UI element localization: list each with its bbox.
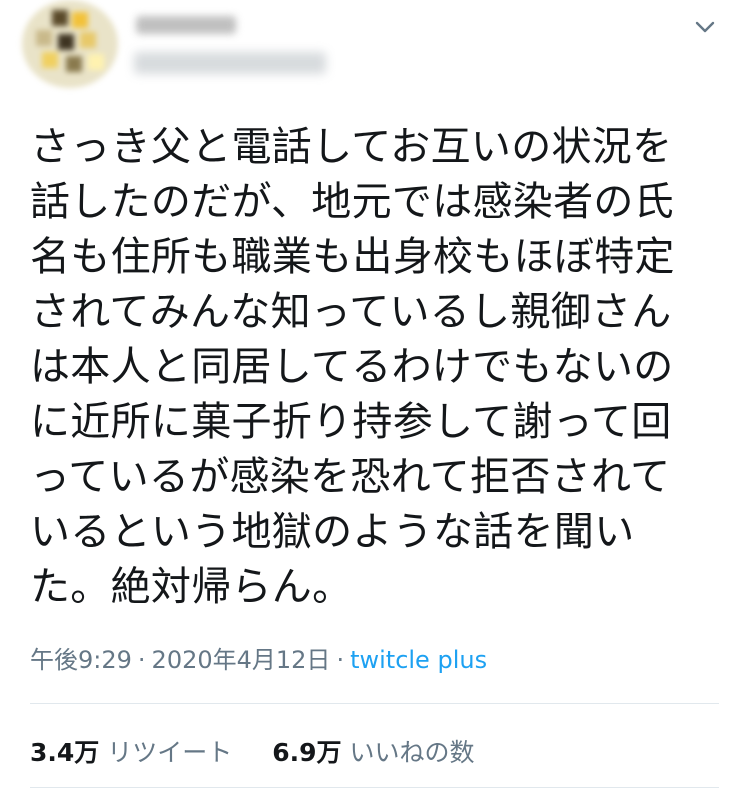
- likes-label: いいねの数: [349, 738, 475, 767]
- tweet-time[interactable]: 午後9:29: [30, 646, 132, 674]
- tweet-meta: 午後9:29 · 2020年4月12日 · twitcle plus: [30, 640, 487, 675]
- meta-separator: ·: [336, 646, 345, 674]
- user-handle[interactable]: [134, 52, 326, 74]
- chevron-down-icon[interactable]: [690, 12, 720, 42]
- tweet-source-link[interactable]: twitcle plus: [350, 646, 487, 674]
- tweet-stats: 3.4万 リツイート 6.9万 いいねの数: [30, 733, 475, 769]
- meta-separator: ·: [137, 646, 146, 674]
- retweets-stat[interactable]: 3.4万 リツイート: [30, 738, 232, 767]
- display-name[interactable]: [136, 16, 236, 34]
- retweets-label: リツイート: [107, 738, 233, 767]
- tweet-date[interactable]: 2020年4月12日: [152, 646, 331, 674]
- tweet-text: さっき父と電話してお互いの状況を 話したのだが、地元では感染者の氏 名も住所も職…: [30, 124, 675, 610]
- likes-stat[interactable]: 6.9万 いいねの数: [272, 738, 474, 767]
- divider: [30, 703, 719, 704]
- avatar[interactable]: [22, 0, 118, 88]
- likes-count: 6.9万: [272, 738, 342, 767]
- retweets-count: 3.4万: [30, 738, 100, 767]
